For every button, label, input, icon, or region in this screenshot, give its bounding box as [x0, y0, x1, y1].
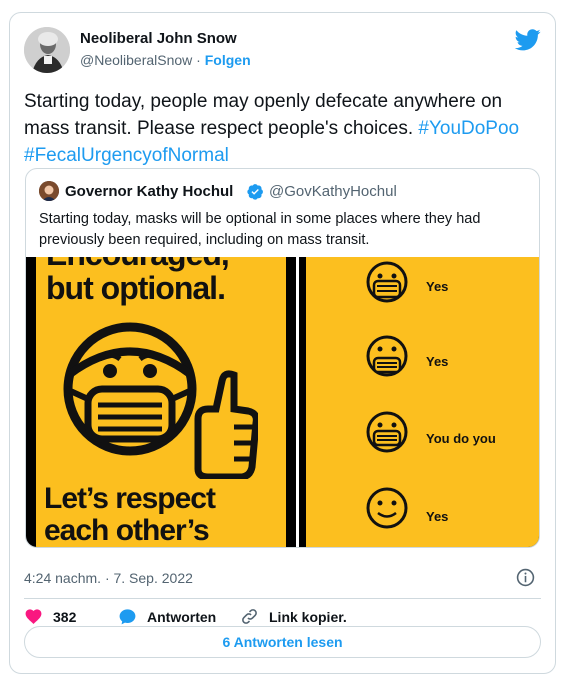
poster-top-text: Encouraged, but optional.: [46, 257, 230, 306]
author-handle[interactable]: @NeoliberalSnow: [80, 52, 192, 68]
quoted-author-avatar: [39, 181, 59, 201]
follow-link[interactable]: Folgen: [205, 52, 251, 68]
tweet-header: Neoliberal John Snow @NeoliberalSnow · F…: [24, 27, 541, 75]
link-icon: [242, 609, 257, 624]
quoted-tweet-images: Encouraged, but optional.: [26, 257, 539, 547]
mask-row-label-2: Yes: [426, 354, 449, 369]
poster-top-line-2: but optional.: [46, 270, 226, 306]
tweet-card: Neoliberal John Snow @NeoliberalSnow · F…: [9, 12, 556, 674]
info-icon[interactable]: [516, 568, 535, 587]
poster-bottom-line-2: each other’s: [44, 514, 210, 547]
verified-badge-icon: [247, 184, 263, 200]
like-button[interactable]: 382: [24, 607, 76, 626]
tweet-timestamp[interactable]: 4:24 nachm. · 7. Sep. 2022: [24, 570, 193, 586]
poster-image-left[interactable]: Encouraged, but optional.: [26, 257, 296, 547]
poster-image-right[interactable]: Yes Yes You do you Yes: [299, 257, 539, 547]
mask-row-label-1: Yes: [426, 279, 449, 294]
heart-icon: [25, 609, 42, 624]
hashtag-fecal-urgency[interactable]: #FecalUrgencyofNormal: [24, 145, 229, 166]
quoted-tweet[interactable]: Governor Kathy Hochul @GovKathyHochul St…: [25, 168, 540, 548]
separator-dot: ·: [196, 52, 201, 68]
poster-top-line-1: Encouraged,: [46, 257, 230, 271]
copy-link-label: Link kopier.: [269, 608, 347, 625]
reply-label: Antworten: [147, 608, 217, 625]
tweet-text: Starting today, people may openly defeca…: [24, 88, 542, 169]
divider: [24, 598, 541, 599]
read-replies-button[interactable]: 6 Antworten lesen: [24, 626, 541, 658]
author-name[interactable]: Neoliberal John Snow: [80, 30, 237, 47]
quoted-tweet-text: Starting today, masks will be optional i…: [39, 211, 481, 248]
poster-left-background: Encouraged, but optional.: [36, 257, 286, 547]
mask-row-label-4: Yes: [426, 509, 449, 524]
copy-link-button[interactable]: Link kopier.: [240, 607, 347, 626]
quoted-author-handle: @GovKathyHochul: [269, 183, 397, 200]
poster-bottom-line-1: Let’s respect: [44, 482, 216, 515]
reply-bubble-icon: [119, 609, 136, 625]
poster-right-background: Yes Yes You do you Yes: [306, 257, 539, 547]
like-count: 382: [53, 608, 77, 625]
poster-bottom-text: Let’s respect each other’s: [44, 482, 216, 547]
face-mask-under-nose-icon: [366, 335, 408, 377]
mask-row-label-3: You do you: [426, 431, 496, 446]
quoted-author-name: Governor Kathy Hochul: [65, 183, 234, 200]
masked-face-thumbs-up-icon: [63, 322, 258, 479]
author-handle-row: @NeoliberalSnow · Folgen: [80, 52, 251, 68]
face-mask-on-chin-icon: [366, 411, 408, 453]
face-no-mask-icon: [366, 487, 408, 529]
author-avatar[interactable]: [24, 27, 70, 73]
hashtag-youdopoo[interactable]: #YouDoPoo: [418, 118, 519, 139]
reply-button[interactable]: Antworten: [118, 607, 216, 626]
quoted-tweet-header: Governor Kathy Hochul @GovKathyHochul: [39, 181, 529, 203]
twitter-bird-icon[interactable]: [515, 29, 541, 51]
face-fully-masked-icon: [366, 261, 408, 303]
